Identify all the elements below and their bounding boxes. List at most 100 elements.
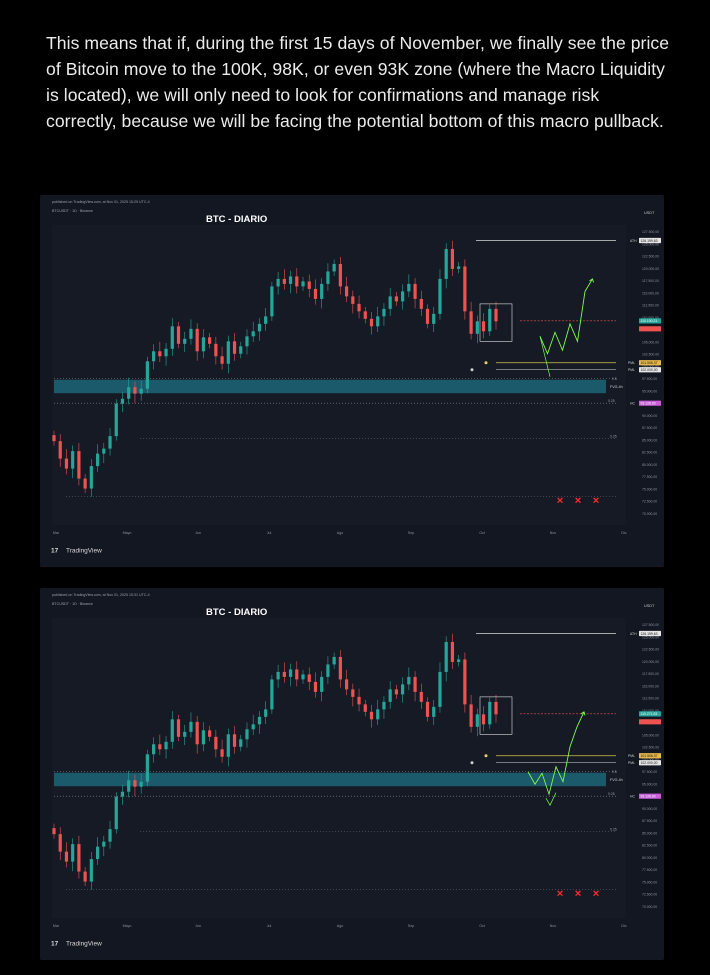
candle-body	[494, 701, 498, 715]
candle-body	[481, 321, 486, 332]
fvg-label: FVG-4h	[610, 778, 623, 782]
candle-body	[145, 754, 149, 782]
invalid-marker-3: ✕	[592, 889, 600, 899]
candle-body	[214, 343, 218, 357]
invalid-marker-1: ✕	[556, 496, 564, 506]
fib-label-05: 0.5	[612, 377, 617, 381]
ath-price-tag-text: 126.199,63	[641, 239, 658, 243]
candle-body	[276, 671, 280, 680]
y-tick-label: 105.000,00	[642, 733, 659, 737]
candle-body	[394, 296, 398, 302]
candle-body	[407, 283, 411, 292]
current-price-tag-text: 110.100,21	[641, 319, 658, 323]
candle-body	[226, 341, 230, 364]
candle-body	[208, 337, 212, 344]
x-tick-label: Sep	[408, 924, 414, 928]
candle-body	[158, 351, 162, 357]
bottom-price-tag-text: 93.126,00	[641, 795, 656, 799]
candle-body	[450, 248, 455, 269]
candle-body	[71, 451, 75, 469]
candle-body	[120, 398, 125, 404]
candle-body	[152, 351, 156, 362]
invalid-marker-1: ✕	[556, 889, 564, 899]
candle-body	[133, 387, 137, 394]
candle-body	[114, 796, 118, 830]
x-tick-label: Nov	[550, 924, 557, 928]
x-tick-label: Mar	[53, 531, 60, 535]
candle-body	[195, 721, 199, 745]
chart-published-line: published on TradingView.com, at Nov 01,…	[52, 593, 150, 597]
candle-body	[332, 263, 336, 272]
candle-body	[332, 656, 336, 665]
candle-body	[251, 724, 255, 730]
candle-body	[239, 346, 243, 354]
candle-body	[226, 734, 230, 757]
y-tick-label: 72.500,00	[642, 893, 657, 897]
candle-body	[494, 308, 498, 322]
candle-body	[432, 313, 436, 324]
currency-label: USDT	[644, 604, 655, 608]
y-tick-label: 82.500,00	[642, 451, 657, 455]
candle-body	[369, 711, 374, 720]
y-tick-label: 102.500,00	[642, 353, 659, 357]
chart-symbol-line: BTCUSDT · 1D · Binance	[52, 602, 93, 606]
candle-body	[388, 689, 392, 702]
fib-label-025: 0.25	[608, 399, 615, 403]
ath-label: ATH	[630, 632, 637, 636]
y-tick-label: 87.500,00	[642, 426, 657, 430]
candle-body	[338, 263, 342, 287]
x-tick-label: Jul	[267, 531, 272, 535]
candle-body	[488, 701, 492, 725]
lower-price-tag	[639, 719, 661, 725]
candle-body	[481, 714, 486, 725]
candle-body	[189, 721, 193, 732]
candle-body	[239, 739, 243, 747]
candle-body	[382, 701, 386, 710]
y-tick-label: 122.500,00	[642, 255, 659, 259]
candle-body	[313, 681, 318, 692]
y-tick-label: 120.000,00	[642, 660, 659, 664]
candle-body	[394, 689, 398, 695]
y-tick-label: 85.000,00	[642, 438, 657, 442]
y-tick-label: 80.000,00	[642, 856, 657, 860]
y-tick-label: 77.500,00	[642, 475, 657, 479]
candle-body	[413, 676, 417, 692]
candle-body	[270, 286, 274, 317]
candle-body	[108, 436, 112, 449]
candle-body	[120, 791, 125, 797]
chart-title: BTC - DIARIO	[206, 607, 267, 618]
candle-body	[83, 478, 87, 489]
candle-body	[127, 780, 131, 792]
candle-body	[457, 266, 461, 269]
x-tick-label: Dic	[621, 531, 626, 535]
invalid-marker-2: ✕	[574, 889, 582, 899]
candle-body	[58, 441, 62, 459]
candle-body	[457, 659, 461, 662]
candle-body	[257, 716, 262, 725]
candle-body	[432, 706, 436, 717]
candle-body	[208, 730, 212, 737]
y-tick-label: 115.000,00	[642, 291, 659, 295]
candle-body	[301, 281, 305, 287]
candle-body	[344, 286, 349, 297]
candle-body	[425, 701, 430, 717]
candle-body	[95, 846, 100, 860]
y-tick-label: 77.500,00	[642, 868, 657, 872]
candle-body	[469, 311, 473, 334]
pml-price-tag-2-text: 102.000,00	[641, 761, 658, 765]
candle-body	[288, 276, 293, 284]
y-tick-label: 122.500,00	[642, 648, 659, 652]
pml-label-2: PML	[628, 368, 635, 372]
candle-body	[276, 278, 280, 287]
candle-body	[438, 278, 442, 314]
pml-price-tag-1-text: 101.506,37	[641, 361, 658, 365]
fib-label-05: 0.5	[612, 770, 617, 774]
x-tick-label: Mayo	[123, 924, 132, 928]
candle-body	[295, 669, 299, 680]
candle-body	[351, 689, 355, 697]
x-tick-label: Dic	[621, 924, 626, 928]
candle-body	[95, 453, 100, 467]
fvg-label: FVG-4h	[610, 385, 623, 389]
candle-body	[251, 331, 255, 337]
candle-body	[183, 731, 187, 737]
